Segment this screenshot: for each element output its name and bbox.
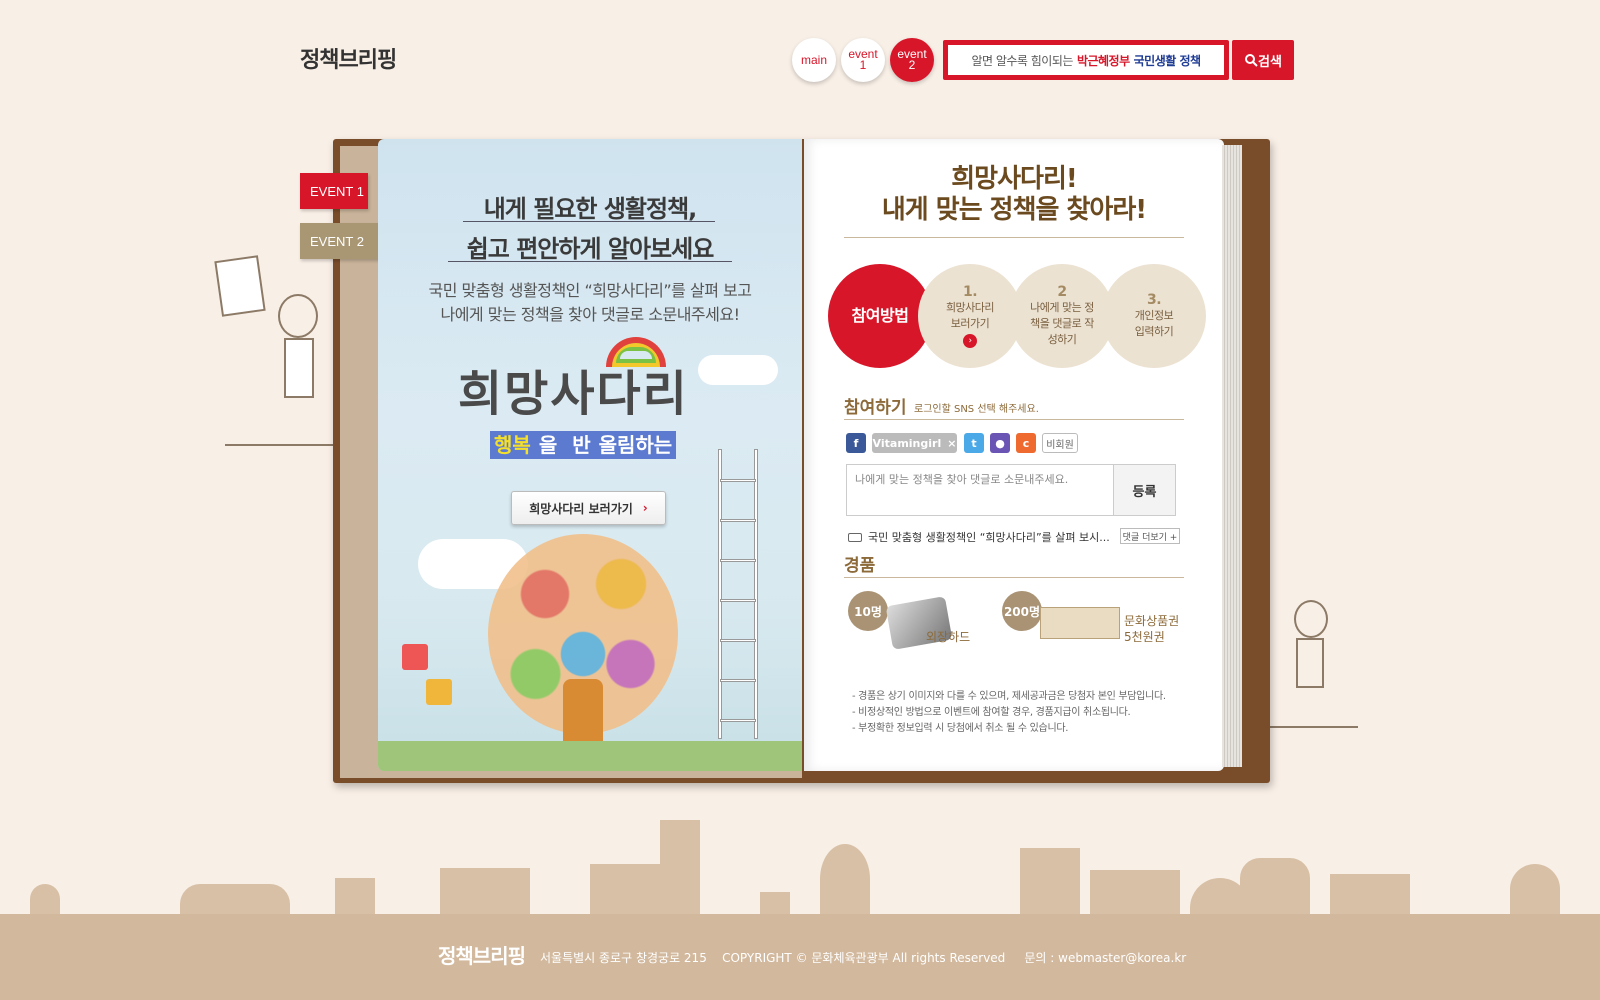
step-2-write-comment: 2 나에게 맞는 정책을 댓글로 작성하기 xyxy=(1010,264,1114,368)
right-page: 희망사다리! 내게 맞는 정책을 찾아라! 참여방법 1. 희망사다리 보러가기… xyxy=(804,139,1224,771)
step-how-to-participate: 참여방법 xyxy=(828,264,932,368)
step-label: 개인정보 입력하기 xyxy=(1134,309,1174,338)
tab-event2-label: EVENT 2 xyxy=(310,233,364,249)
footer-logo: 정책브리핑 xyxy=(438,944,526,968)
step-label: 나에게 맞는 정책을 댓글로 작성하기 xyxy=(1030,301,1094,346)
me2day-icon[interactable]: ● xyxy=(990,433,1010,453)
nav-event1[interactable]: event 1 xyxy=(841,38,885,82)
footer: 정책브리핑 서울특별시 종로구 창경궁로 215 COPYRIGHT © 문화체… xyxy=(0,914,1600,1000)
comment-placeholder: 나에게 맞는 정책을 찾아 댓글로 소문내주세요. xyxy=(855,473,1069,486)
book-page-edges xyxy=(1222,145,1242,767)
prize-name: 외장하드 xyxy=(926,630,971,644)
comment-textarea[interactable]: 나에게 맞는 정책을 찾아 댓글로 소문내주세요. xyxy=(846,464,1114,516)
tab-event1-label: EVENT 1 xyxy=(310,183,364,199)
footer-contact[interactable]: 문의 : webmaster@korea.kr xyxy=(1024,951,1186,965)
footer-copyright: COPYRIGHT © 문화체육관광부 All rights Reserved xyxy=(722,951,1006,965)
submit-label: 등록 xyxy=(1132,484,1157,500)
search-input[interactable]: 알면 알수록 힘이되는 박근혜정부 국민생활 정책 xyxy=(948,45,1224,75)
step-label: 희망사다리 보러가기 xyxy=(945,301,995,330)
view-button-label: 희망사다리 보러가기 xyxy=(529,501,633,516)
search-icon xyxy=(1245,54,1258,67)
hope-ladder-logo: 희망사다리 xyxy=(458,366,689,422)
search-prefix: 알면 알수록 힘이되는 xyxy=(971,53,1073,68)
left-page-title-line2: 쉽고 편안하게 알아보세요 xyxy=(466,235,715,263)
left-page-title-line1: 내게 필요한 생활정책, xyxy=(483,195,698,223)
left-page-desc-line2: 나에게 맞는 정책을 찾아 댓글로 소문내주세요! xyxy=(440,305,740,324)
comment-icon xyxy=(848,532,862,542)
left-page: 내게 필요한 생활정책, 쉽고 편안하게 알아보세요 국민 맞춤형 생활정책인 … xyxy=(378,139,802,771)
step-1-view-ladder[interactable]: 1. 희망사다리 보러가기 › xyxy=(918,264,1022,368)
latest-comment: 국민 맞춤형 생활정책인 “희망사다리”를 살펴 보시... xyxy=(848,529,1110,545)
logged-in-user-chip[interactable]: Vitamingirl × xyxy=(872,433,957,453)
latest-comment-text: 국민 맞춤형 생활정책인 “희망사다리”를 살펴 보시... xyxy=(868,531,1110,544)
subtitle-half: 반 xyxy=(568,431,595,459)
search-button-label: 검색 xyxy=(1258,54,1282,70)
gift-voucher-image xyxy=(1040,607,1120,639)
facebook-icon[interactable]: f xyxy=(846,433,866,453)
left-page-desc-line1: 국민 맞춤형 생활정책인 “희망사다리”를 살펴 보고 xyxy=(428,281,752,300)
step-number: 1. xyxy=(962,284,978,300)
prize-name: 문화상품권 5천원권 xyxy=(1124,614,1180,644)
footer-address: 서울특별시 종로구 창경궁로 215 xyxy=(540,951,707,965)
step-main-label: 참여방법 xyxy=(851,306,909,325)
cyworld-icon[interactable]: c xyxy=(1016,433,1036,453)
prizes-title: 경품 xyxy=(844,556,876,576)
nav-event1-label: event 1 xyxy=(848,47,878,72)
title-underline xyxy=(463,221,715,222)
close-icon[interactable]: × xyxy=(947,437,956,450)
divider xyxy=(844,419,1184,420)
more-comments-label: 댓글 더보기 + xyxy=(1122,532,1178,543)
grass-ground xyxy=(378,741,802,771)
twitter-icon[interactable]: t xyxy=(964,433,984,453)
divider xyxy=(844,577,1184,578)
city-skyline-illustration xyxy=(0,810,1600,914)
step-number: 2 xyxy=(1057,284,1067,300)
guest-button[interactable]: 비회원 xyxy=(1042,433,1078,453)
more-comments-button[interactable]: 댓글 더보기 + xyxy=(1120,528,1180,544)
nav-event2[interactable]: event 2 xyxy=(890,38,934,82)
subtitle-happiness: 행복 xyxy=(490,431,535,459)
prize-count: 200명 xyxy=(1003,604,1041,619)
chevron-right-icon: › xyxy=(963,334,977,348)
footer-info: 서울특별시 종로구 창경궁로 215 COPYRIGHT © 문화체육관광부 A… xyxy=(540,949,1186,966)
prize-note: - 부정확한 정보입력 시 당첨에서 취소 될 수 있습니다. xyxy=(852,723,1069,734)
left-page-description: 국민 맞춤형 생활정책인 “희망사다리”를 살펴 보고 나에게 맞는 정책을 찾… xyxy=(378,279,802,327)
logged-in-user-name: Vitamingirl xyxy=(872,436,942,450)
submit-comment-button[interactable]: 등록 xyxy=(1114,464,1176,516)
search-button[interactable]: 검색 xyxy=(1232,40,1294,80)
search-highlight-red: 박근혜정부 xyxy=(1076,53,1130,68)
ladder-illustration xyxy=(718,449,758,739)
subtitle-particle: 을 xyxy=(534,431,569,459)
prize-count: 10명 xyxy=(854,604,882,619)
prize-note: - 비정상적인 방법으로 이벤트에 참여할 경우, 경품지급이 취소됩니다. xyxy=(852,707,1131,718)
prize-count-badge: 200명 xyxy=(1002,591,1042,631)
step-3-personal-info: 3. 개인정보 입력하기 xyxy=(1102,264,1206,368)
participate-title: 참여하기 xyxy=(844,398,907,418)
prize-note: - 경품은 상기 이미지와 다를 수 있으며, 제세공과금은 당첨자 본인 부담… xyxy=(852,691,1166,702)
participate-note: 로그인할 SNS 선택 해주세요. xyxy=(914,404,1039,415)
subtitle-rounding: 올림하는 xyxy=(594,431,677,459)
guest-label: 비회원 xyxy=(1046,439,1074,451)
right-page-title-line2: 내게 맞는 정책을 찾아라! xyxy=(881,195,1147,225)
tab-event1[interactable]: EVENT 1 xyxy=(300,173,368,209)
step-number: 3. xyxy=(1146,292,1162,308)
chevron-right-icon: › xyxy=(642,501,648,515)
hope-ladder-subtitle: 행복 을 반 올림하는 xyxy=(490,429,677,459)
divider xyxy=(844,237,1184,238)
site-logo-text: 정책브리핑 xyxy=(300,48,397,73)
prize-notes: - 경품은 상기 이미지와 다를 수 있으며, 제세공과금은 당첨자 본인 부담… xyxy=(852,689,1166,737)
cloud-decoration xyxy=(698,355,778,385)
birdhouse-icon xyxy=(402,644,428,670)
prize-count-badge: 10명 xyxy=(848,591,888,631)
title-underline xyxy=(448,261,732,262)
view-hope-ladder-button[interactable]: 희망사다리 보러가기 › xyxy=(511,491,666,525)
birdhouse-icon xyxy=(426,679,452,705)
nav-main[interactable]: main xyxy=(792,38,836,82)
search-box: 알면 알수록 힘이되는 박근혜정부 국민생활 정책 xyxy=(943,40,1229,80)
nav-event2-label: event 2 xyxy=(897,47,927,72)
search-highlight-blue: 국민생활 정책 xyxy=(1133,53,1201,68)
nav-main-label: main xyxy=(800,52,827,67)
site-logo[interactable]: 정책브리핑 xyxy=(300,42,397,74)
